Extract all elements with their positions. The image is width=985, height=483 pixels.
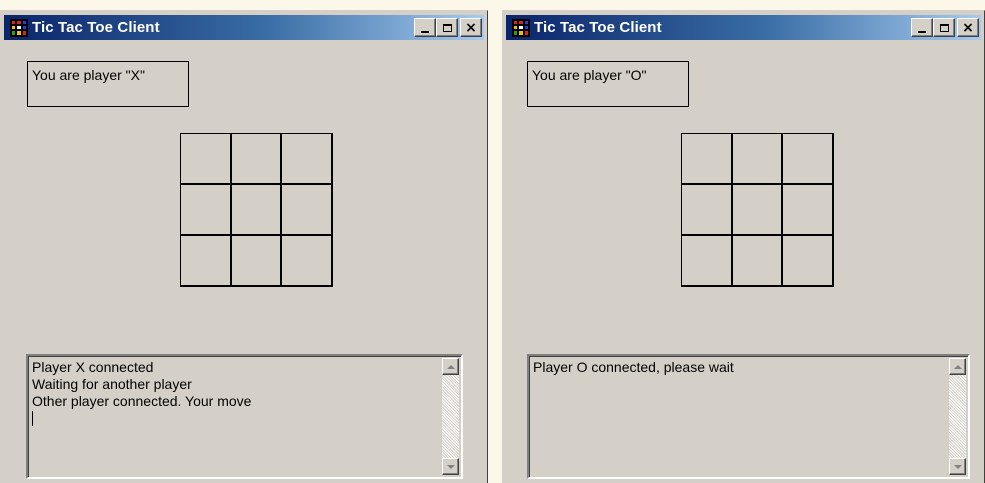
scroll-down-arrow-icon [953,464,962,469]
board-cell-1[interactable] [682,134,733,185]
minimize-button[interactable] [911,18,933,37]
board-cell-2[interactable] [732,134,784,185]
close-icon: × [962,19,974,36]
log-line: Player O connected, please wait [533,359,734,375]
scroll-down-button[interactable] [949,458,966,475]
app-icon[interactable] [10,18,28,37]
board-cell-8[interactable] [231,236,283,287]
scroll-down-arrow-icon [446,464,455,469]
scroll-up-arrow-icon [953,364,962,369]
log-line: Other player connected. Your move [32,393,252,409]
window-title: Tic Tac Toe Client [534,19,662,36]
close-button[interactable]: × [460,18,482,37]
game-board [180,133,333,287]
board-cell-6[interactable] [282,185,333,236]
board-cell-3[interactable] [783,134,834,185]
board-cell-5[interactable] [231,185,283,236]
maximize-icon [442,23,452,32]
app-icon[interactable] [512,18,530,37]
maximize-icon [939,23,949,32]
player-id-label: You are player "O" [527,61,689,107]
board-cell-4[interactable] [181,185,232,236]
message-log-textbox[interactable]: Player O connected, please wait [527,354,970,479]
scroll-up-arrow-icon [446,364,455,369]
scroll-down-button[interactable] [442,458,459,475]
minimize-icon [421,30,429,33]
log-line: Waiting for another player [32,376,192,392]
log-line: Player X connected [32,359,154,375]
title-bar[interactable]: Tic Tac Toe Client × [506,15,981,40]
board-cell-2[interactable] [231,134,283,185]
board-cell-8[interactable] [732,236,784,287]
vertical-scrollbar[interactable] [442,358,459,475]
scroll-up-button[interactable] [442,358,459,375]
minimize-button[interactable] [414,18,436,37]
scroll-up-button[interactable] [949,358,966,375]
close-button[interactable]: × [957,18,979,37]
board-cell-7[interactable] [181,236,232,287]
vertical-scrollbar[interactable] [949,358,966,475]
text-caret [32,411,33,426]
title-bar[interactable]: Tic Tac Toe Client × [4,15,484,40]
close-icon: × [465,19,477,36]
window-title: Tic Tac Toe Client [32,19,160,36]
board-cell-9[interactable] [783,236,834,287]
board-cell-5[interactable] [732,185,784,236]
maximize-button[interactable] [933,18,955,37]
board-cell-3[interactable] [282,134,333,185]
board-cell-6[interactable] [783,185,834,236]
board-cell-4[interactable] [682,185,733,236]
board-cell-1[interactable] [181,134,232,185]
board-cell-7[interactable] [682,236,733,287]
player-id-label: You are player "X" [27,61,189,107]
maximize-button[interactable] [436,18,458,37]
tic-tac-toe-window-o: Tic Tac Toe Client × You are player "O" … [502,10,985,483]
message-log-textbox[interactable]: Player X connected Waiting for another p… [26,354,463,479]
minimize-icon [918,30,926,33]
board-cell-9[interactable] [282,236,333,287]
tic-tac-toe-window-x: Tic Tac Toe Client × You are player "X" … [0,10,488,483]
game-board [681,133,834,287]
